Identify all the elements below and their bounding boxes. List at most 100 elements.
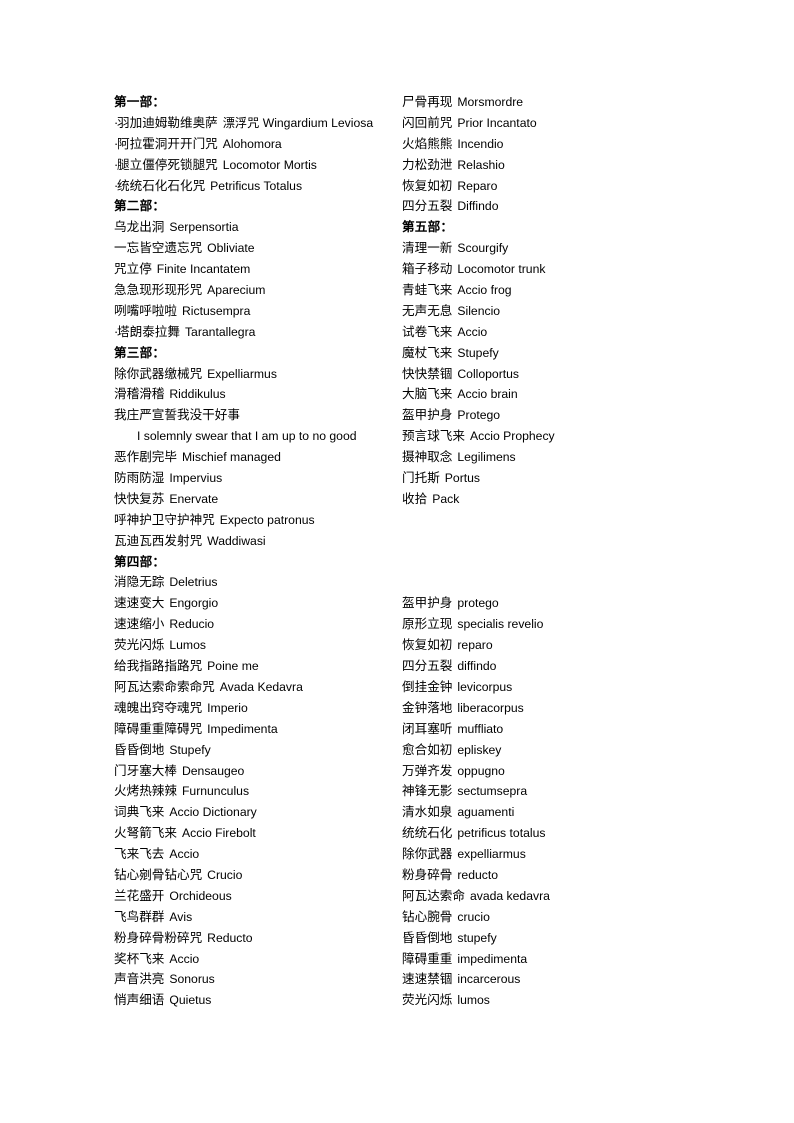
spell-entry: 粉身碎骨 reducto [402, 865, 702, 886]
spell-entry: 快快复苏 Enervate [114, 489, 400, 510]
spell-entry: 昏昏倒地 Stupefy [114, 740, 400, 761]
spell-entry: 急急现形现形咒 Aparecium [114, 280, 400, 301]
spell-incantation-en [240, 408, 245, 422]
document-page: 第一部： ·羽加迪姆勒维奥萨 漂浮咒 Wingardium Leviosa ·阿拉霍洞… [0, 0, 794, 1123]
spell-name-cn: 速速缩小 [114, 617, 165, 632]
spell-incantation-en: Impervius [169, 471, 223, 486]
spell-entry: 词典飞来 Accio Dictionary [114, 802, 400, 823]
spell-incantation-en: Accio [169, 951, 200, 966]
spell-entry: 声音洪亮 Sonorus [114, 969, 400, 990]
spell-incantation-en: Imperio [207, 700, 248, 715]
spell-name-cn: 金钟落地 [402, 700, 453, 715]
spell-entry: 障碍重重障碍咒 Impedimenta [114, 719, 400, 740]
spell-entry: 统统石化 petrificus totalus [402, 823, 702, 844]
spell-name-cn: 恶作剧完毕 [114, 450, 177, 465]
spell-entry: 箱子移动 Locomotor trunk [402, 259, 702, 280]
spell-name-cn: 火焰熊熊 [402, 136, 453, 151]
spell-incantation-en: epliskey [457, 742, 502, 757]
spell-name-cn: 阿瓦达索命索命咒 [114, 679, 215, 694]
spell-incantation-en: Avis [169, 909, 193, 924]
spell-name-cn: 门牙塞大棒 [114, 763, 177, 778]
spell-entry: 障碍重重 impedimenta [402, 949, 702, 970]
spell-name-cn: 咒立停 [114, 262, 152, 277]
spell-entry: 阿瓦达索命索命咒 Avada Kedavra [114, 677, 400, 698]
spell-name-cn: 倒挂金钟 [402, 679, 453, 694]
spell-incantation-en: Avada Kedavra [219, 679, 303, 694]
spell-entry: 速速变大 Engorgio [114, 593, 400, 614]
spell-incantation-en: Reducto [207, 930, 253, 945]
spell-incantation-en: impedimenta [457, 951, 528, 966]
spell-name-cn: 大脑飞来 [402, 387, 453, 402]
spell-entry: ·塔朗泰拉舞 Tarantallegra [114, 322, 400, 343]
spell-name-cn: 速速变大 [114, 596, 165, 611]
spell-incantation-en: muffliato [457, 721, 504, 736]
spell-entry: 四分五裂 diffindo [402, 656, 702, 677]
spell-entry: 一忘皆空遗忘咒 Obliviate [114, 238, 400, 259]
spell-entry: 飞鸟群群 Avis [114, 907, 400, 928]
spell-incantation-en: Accio Dictionary [169, 805, 257, 820]
spell-entry: 收拾 Pack [402, 489, 702, 510]
spell-entry: 火烤热辣辣 Furnunculus [114, 781, 400, 802]
spell-incantation-en: Accio brain [457, 387, 518, 402]
section-heading: 第三部： [114, 343, 400, 364]
spell-incantation-en: crucio [457, 909, 490, 924]
spell-name-cn: 荧光闪烁 [114, 638, 165, 653]
spell-incantation-en: Locomotor trunk [457, 262, 546, 277]
spell-entry: ·腿立僵停死锁腿咒 Locomotor Mortis [114, 155, 400, 176]
spell-entry: 闪回前咒 Prior Incantato [402, 113, 702, 134]
spell-incantation-en: Deletrius [169, 575, 218, 590]
spell-entry: 青蛙飞来 Accio frog [402, 280, 702, 301]
spell-incantation-en: Morsmordre [457, 95, 524, 109]
spell-incantation-en: Scourgify [457, 241, 509, 256]
spell-incantation-en: Lumos [169, 638, 206, 653]
spell-entry: 速速禁锢 incarcerous [402, 969, 702, 990]
left-column: 第一部： ·羽加迪姆勒维奥萨 漂浮咒 Wingardium Leviosa ·阿拉霍洞… [114, 92, 400, 1011]
section-heading-label: 第二部： [114, 199, 166, 214]
spell-incantation-en: stupefy [457, 930, 497, 945]
spell-entry: 荧光闪烁 lumos [402, 990, 702, 1011]
spell-entry: 四分五裂 Diffindo [402, 196, 702, 217]
spell-incantation-en: Relashio [457, 157, 505, 172]
spell-incantation-en: Stupefy [169, 742, 211, 757]
spell-entry: 粉身碎骨粉碎咒 Reducto [114, 928, 400, 949]
spell-entry: 除你武器 expelliarmus [402, 844, 702, 865]
spell-name-cn: 统统石化石化咒 [117, 178, 206, 193]
spell-entry: 闭耳塞听 muffliato [402, 719, 702, 740]
spell-incantation-en: Crucio [207, 867, 243, 882]
spell-incantation-en: Expelliarmus [207, 366, 277, 381]
spell-incantation-en: Finite Incantatem [156, 262, 251, 277]
spell-entry: 我庄严宣誓我没干好事 [114, 405, 400, 426]
spell-entry: ·统统石化石化咒 Petrificus Totalus [114, 176, 400, 197]
spell-entry: 恢复如初 Reparo [402, 176, 702, 197]
spell-entry: 悄声细语 Quietus [114, 990, 400, 1011]
spell-entry: 给我指路指路咒 Poine me [114, 656, 400, 677]
spell-incantation-en: Portus [444, 471, 481, 486]
spell-name-cn: 万弹齐发 [402, 763, 453, 778]
spell-entry: 恢复如初 reparo [402, 635, 702, 656]
spell-name-cn: 羽加迪姆勒维奥萨 [117, 115, 218, 130]
spell-entry: 万弹齐发 oppugno [402, 761, 702, 782]
spell-incantation-en: Furnunculus [181, 784, 250, 799]
spell-incantation-en: lumos [457, 993, 490, 1008]
spell-incantation-en: oppugno [457, 763, 505, 778]
spell-subtitle-line: I solemnly swear that I am up to no good [114, 426, 400, 447]
spell-entry: 滑稽滑稽 Riddikulus [114, 384, 400, 405]
spell-entry: 钻心腕骨 crucio [402, 907, 702, 928]
right-column: 尸骨再现 Morsmordre 闪回前咒 Prior Incantato 火焰熊熊 Inc… [402, 92, 702, 1011]
spell-incantation-en: Pack [432, 491, 460, 506]
spell-entry: 清水如泉 aguamenti [402, 802, 702, 823]
spell-name-cn: 快快禁锢 [402, 366, 453, 381]
spell-entry: ·羽加迪姆勒维奥萨 漂浮咒 Wingardium Leviosa [114, 113, 400, 134]
spell-entry: 兰花盛开 Orchideous [114, 886, 400, 907]
spell-name-cn: 飞鸟群群 [114, 909, 165, 924]
spell-incantation-en: liberacorpus [457, 700, 524, 715]
spell-incantation-en: Aparecium [207, 283, 266, 298]
spell-incantation-en: Diffindo [457, 199, 499, 214]
spell-name-cn: 火烤热辣辣 [114, 784, 177, 799]
spell-incantation-en: reducto [457, 867, 499, 882]
spell-incantation-en: Legilimens [457, 450, 516, 465]
spell-entry: 荧光闪烁 Lumos [114, 635, 400, 656]
